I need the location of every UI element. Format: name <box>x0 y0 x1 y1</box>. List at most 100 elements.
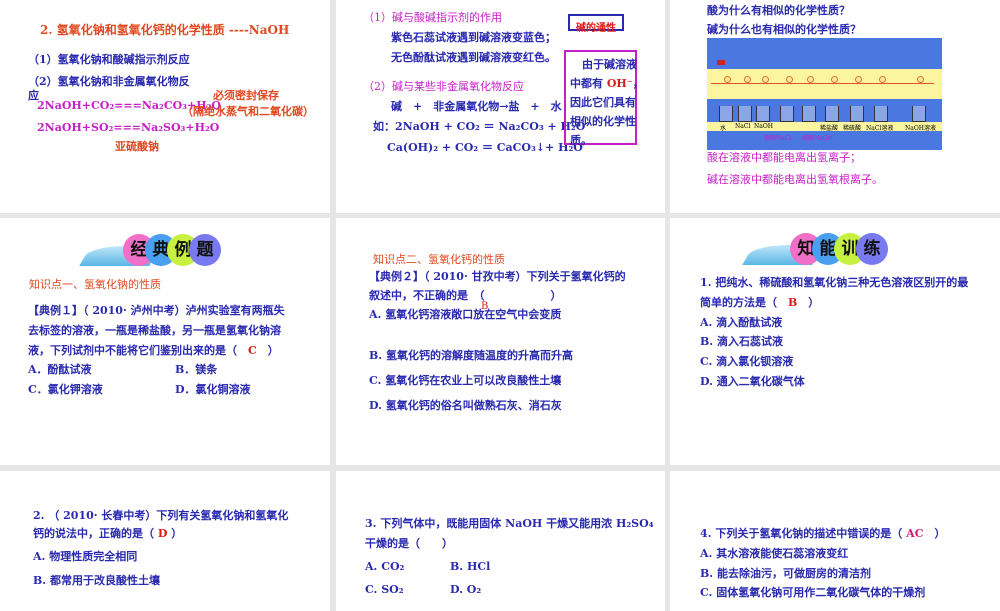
slide-thumbnail-6[interactable]: 知 能 训 练 1. 把纯水、稀硫酸和氢氧化钠三种无色溶液区别开的最 简单的方法… <box>670 218 1000 465</box>
text-line: 4. 下列关于氢氧化钠的描述中错误的是（ AC ） <box>700 527 945 541</box>
diagram-label: 熔融NaCl <box>764 135 792 142</box>
beaker-icon <box>738 106 752 122</box>
text: 简单的方法是（ <box>700 296 788 309</box>
option-b: B. 能去除油污，可做厨房的清洁剂 <box>700 567 871 580</box>
bulb-icon <box>807 76 814 83</box>
text: 4. 下列关于氢氧化钠的描述中错误的是（ <box>700 527 907 540</box>
note-box: 由于碱溶液 中都有 OH⁻， 因此它们具有 相似的化学性 质。 <box>564 50 644 147</box>
text-line: （1）氢氧化钠和酸碱指示剂反应 <box>28 53 190 66</box>
text: ） <box>256 344 279 357</box>
slide-thumbnail-4[interactable]: 经 典 例 题 知识点一、氢氧化钠的性质 【典例１】（ 2010· 泸州中考）泸… <box>0 218 330 465</box>
text-line: 无色酚酞试液遇到碱溶液变红色。 <box>391 51 556 64</box>
text: ） <box>797 296 820 309</box>
conductivity-diagram: 水 NaCl NaOH 稀盐酸 稀硫酸 NaCl溶液 NaOH溶液 熔融NaCl… <box>707 38 942 150</box>
option-b: B. 氢氧化钙的溶解度随温度的升高而升高 <box>369 349 573 362</box>
option-c: C. 氢氧化钙在农业上可以改良酸性土壤 <box>369 374 562 387</box>
question: 酸为什么有相似的化学性质？ <box>707 4 850 17</box>
beaker-icon <box>825 106 839 122</box>
option-a: A．酚酞试液 <box>28 363 92 376</box>
note-line: 由于碱溶液 <box>582 58 637 71</box>
hydroxide-ion: OH⁻ <box>606 77 633 90</box>
text-line: 简单的方法是（ B ） <box>700 296 819 310</box>
slide-title: 2. 氢氧化钠和氢氧化钙的化学性质 ----NaOH <box>40 23 290 37</box>
slide-thumbnail-3[interactable]: 酸为什么有相似的化学性质？ 碱为什么也有相似的化学性质？ 水 NaCl NaOH… <box>670 0 1000 213</box>
tag-box: 碱的通性 <box>568 14 624 34</box>
conclusion: 酸在溶液中都能电离出氢离子； <box>707 151 861 164</box>
option-b: B. 都常用于改良酸性土壤 <box>33 574 160 587</box>
bulb-icon <box>762 76 769 83</box>
note-line: 因此它们具有 <box>570 96 636 109</box>
equation: Ca(OH)₂ + CO₂ ＝ CaCO₃↓+ H₂O <box>387 141 583 154</box>
text: 钙的说法中，正确的是（ <box>33 527 158 540</box>
diagram-label: 熔融NaOH <box>802 135 833 142</box>
diagram-label: 稀硫酸 <box>843 125 862 132</box>
beaker-icon <box>756 106 770 122</box>
text-line: 液，下列试剂中不能将它们鉴别出来的是（ C ） <box>28 344 279 358</box>
heading: （1）碱与酸碱指示剂的作用 <box>363 11 502 24</box>
text-line: 【典例１】（ 2010· 泸州中考）泸州实验室有两瓶失 <box>28 304 285 317</box>
text-line: 干燥的是（ ） <box>365 537 453 550</box>
option-d: D. O₂ <box>450 583 482 596</box>
text: ） <box>167 527 183 540</box>
note-line: 相似的化学性 <box>570 115 636 128</box>
text-line: 碱 + 非金属氧化物→盐 + 水 <box>391 100 562 113</box>
note-line: 中都有 <box>570 77 607 90</box>
option-b: B．镁条 <box>175 363 218 376</box>
text-line: 2. （ 2010· 长春中考）下列有关氢氧化钠和氢氧化 <box>33 509 289 522</box>
option-d: D．氯化铜溶液 <box>175 383 251 396</box>
slide-thumbnail-1[interactable]: 2. 氢氧化钠和氢氧化钙的化学性质 ----NaOH （1）氢氧化钠和酸碱指示剂… <box>0 0 330 213</box>
bulb-icon <box>879 76 886 83</box>
diagram-label: NaOH溶液 <box>905 125 936 132</box>
bulb-icon <box>917 76 924 83</box>
bulb-icon <box>744 76 751 83</box>
beaker-icon <box>780 106 794 122</box>
option-c: C. SO₂ <box>365 583 404 596</box>
bulb-icon <box>831 76 838 83</box>
equation: 2NaOH+SO₂===Na₂SO₃+H₂O <box>37 121 220 134</box>
diagram-label: NaCl <box>735 123 751 130</box>
annotation: 必须密封保存 <box>213 89 279 102</box>
option-c: C．氯化钾溶液 <box>28 383 103 396</box>
answer: C <box>248 344 257 357</box>
text-line: 【典例２】（ 2010· 甘孜中考）下列关于氢氧化钙的 <box>369 270 626 283</box>
beaker-icon <box>719 106 733 122</box>
text-line: 紫色石蕊试液遇到碱溶液变蓝色； <box>391 31 556 44</box>
slide-thumbnail-8[interactable]: 3. 下列气体中，既能用固体 NaOH 干燥又能用浓 H₂SO₄ 干燥的是（ ）… <box>336 471 665 611</box>
beaker-icon <box>802 106 816 122</box>
diagram-label: NaOH <box>754 123 773 130</box>
beaker-icon <box>874 106 888 122</box>
note-line: 质。 <box>570 134 592 147</box>
option-c: C. 固体氢氧化钠可用作二氧化碳气体的干燥剂 <box>700 586 926 599</box>
answer: AC <box>906 527 924 540</box>
answer: D <box>157 527 168 540</box>
tag-label: 碱的通性 <box>576 23 616 34</box>
bulb-icon <box>724 76 731 83</box>
switch-icon <box>717 60 725 65</box>
text-line: 叙述中，不正确的是 （ ） <box>369 289 562 302</box>
annotation: 亚硫酸钠 <box>115 140 159 153</box>
note-line: ， <box>632 77 644 90</box>
diagram-label: NaCl溶液 <box>866 125 894 132</box>
knowledge-point: 知识点二、氢氧化钙的性质 <box>373 253 505 266</box>
option-a: A. 氢氧化钙溶液敞口放在空气中会变质 <box>369 308 562 321</box>
text-line: 1. 把纯水、稀硫酸和氢氧化钠三种无色溶液区别开的最 <box>700 276 969 289</box>
text: ） <box>923 527 946 540</box>
banner-char: 题 <box>189 234 221 266</box>
slide-thumbnail-7[interactable]: 2. （ 2010· 长春中考）下列有关氢氧化钠和氢氧化 钙的说法中，正确的是（… <box>0 471 330 611</box>
beaker-icon <box>912 106 926 122</box>
slide-thumbnail-2[interactable]: （1）碱与酸碱指示剂的作用 紫色石蕊试液遇到碱溶液变蓝色； 无色酚酞试液遇到碱溶… <box>336 0 665 213</box>
equation: 如：2NaOH + CO₂ ＝ Na₂CO₃ + H₂O <box>373 120 586 133</box>
option-d: D. 通入二氧化碳气体 <box>700 375 805 388</box>
annotation: （隔绝水蒸气和二氧化碳） <box>182 105 314 118</box>
option-a: A. 滴入酚酞试液 <box>700 316 783 329</box>
text-line: 钙的说法中，正确的是（ D ） <box>33 527 182 541</box>
text-line: 3. 下列气体中，既能用固体 NaOH 干燥又能用浓 H₂SO₄ <box>365 517 654 530</box>
slide-thumbnail-9[interactable]: 4. 下列关于氢氧化钠的描述中错误的是（ AC ） A. 其水溶液能使石蕊溶液变… <box>670 471 1000 611</box>
option-a: A. 其水溶液能使石蕊溶液变红 <box>700 547 849 560</box>
heading: （2）碱与某些非金属氧化物反应 <box>363 80 524 93</box>
slide-thumbnail-5[interactable]: 知识点二、氢氧化钙的性质 【典例２】（ 2010· 甘孜中考）下列关于氢氧化钙的… <box>336 218 665 465</box>
question: 碱为什么也有相似的化学性质？ <box>707 23 861 36</box>
knowledge-point: 知识点一、氢氧化钠的性质 <box>29 278 161 291</box>
text-line: （2）氢氧化钠和非金属氧化物反 <box>28 75 190 88</box>
banner-char: 练 <box>856 233 888 265</box>
